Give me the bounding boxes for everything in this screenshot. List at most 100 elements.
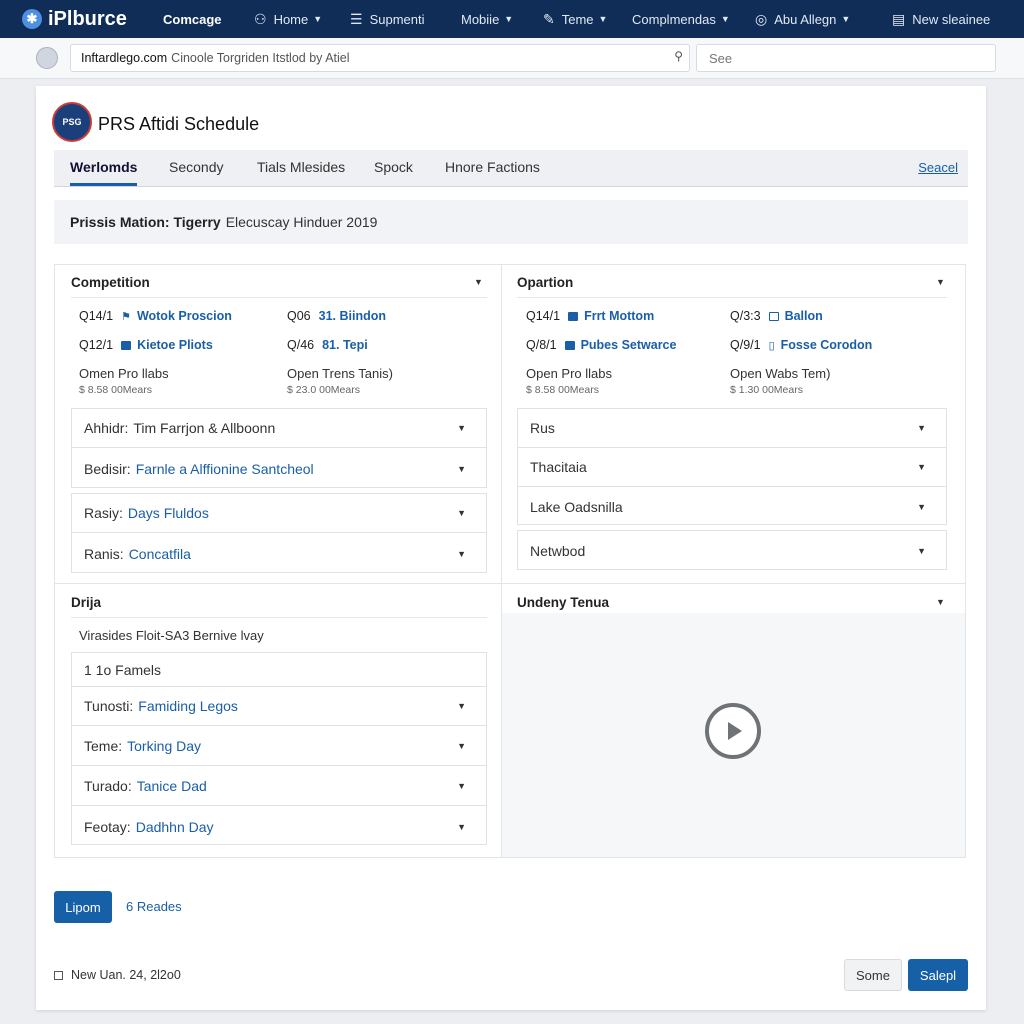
offer-label: Open Wabs Tem) <box>730 366 831 381</box>
menu-icon: ☰ <box>350 10 363 27</box>
tab-hnore-factions[interactable]: Hnore Factions <box>445 150 540 184</box>
brand-icon: ✱ <box>22 9 42 29</box>
opartion-heading: Opartion <box>517 275 574 290</box>
row-label: Lake Oadsnilla <box>530 498 623 515</box>
opartion-item[interactable]: Q/9/1 ▯ Fosse Corodon <box>730 338 872 352</box>
dropdown-row[interactable]: Ahhidr: Tim Farrjon & Allboonn ▼ <box>72 409 486 448</box>
nav-label: New sleainee <box>912 11 991 27</box>
video-player[interactable] <box>502 613 965 857</box>
nav-label: Teme <box>561 11 594 27</box>
chevron-down-icon: ▼ <box>457 821 466 832</box>
play-button[interactable] <box>705 703 761 759</box>
nav-label: Mobiie <box>461 11 500 27</box>
search-icon[interactable]: ⚲ <box>674 49 683 63</box>
nav-item-complmendas[interactable]: Complmendas ▼ <box>632 0 730 38</box>
row-value: Concatfila <box>128 545 191 562</box>
competition-dropdown-group: Rasiy: Days Fluldos ▼ Ranis: Concatfila … <box>71 493 487 573</box>
page-title: PRS Aftidi Schedule <box>98 114 260 134</box>
schedule-card: PSG PRS Aftidi Schedule Werlomds Secondy… <box>36 86 986 1010</box>
chevron-down-icon[interactable]: ▼ <box>936 597 945 607</box>
item-value: 81. Tepi <box>322 338 368 352</box>
nav-item-mobile[interactable]: Mobiie ▼ <box>461 0 513 38</box>
dropdown-row[interactable]: Ranis: Concatfila ▼ <box>72 534 486 573</box>
calendar-icon <box>54 970 63 980</box>
square-icon <box>564 340 575 350</box>
dropdown-row[interactable]: Rasiy: Days Fluldos ▼ <box>72 494 486 533</box>
tab-search-link[interactable]: Seacel <box>918 160 958 175</box>
brand-logo[interactable]: ✱ iPlburce <box>22 8 127 31</box>
secondary-button[interactable]: Some <box>844 959 902 991</box>
dropdown-row[interactable]: Teme: Torking Day ▼ <box>72 727 486 766</box>
chevron-down-icon[interactable]: ▼ <box>474 277 483 287</box>
url-domain: Inftardlego.com <box>81 51 168 65</box>
primary-button[interactable]: Lipom <box>54 891 112 923</box>
opartion-item[interactable]: Q/3:3 Ballon <box>730 309 823 323</box>
search-input[interactable] <box>696 44 996 72</box>
url-input[interactable]: Inftardlego.com Cinoole Torgriden Itstlo… <box>70 44 690 72</box>
chevron-down-icon: ▼ <box>841 14 851 24</box>
item-value: Pubes Setwarce <box>580 338 677 352</box>
dropdown-row[interactable]: Thacitaia ▼ <box>518 448 946 487</box>
nav-item-supmenti[interactable]: ☰ Supmenti <box>350 0 424 38</box>
nav-item-new-sleainee[interactable]: ▤ New sleainee <box>892 0 990 38</box>
nav-item-comcage[interactable]: Comcage <box>163 0 222 38</box>
row-value: Torking Day <box>127 738 202 754</box>
dropdown-row[interactable]: Tunosti: Famiding Legos ▼ <box>72 687 486 726</box>
chevron-down-icon: ▼ <box>720 14 730 24</box>
nav-item-abu-allegn[interactable]: ◎ Abu Allegn ▼ <box>755 0 850 38</box>
chevron-down-icon: ▼ <box>457 508 466 518</box>
competition-dropdown-group: Ahhidr: Tim Farrjon & Allboonn ▼ Bedisir… <box>71 408 487 488</box>
dropdown-row[interactable]: Turado: Tanice Dad ▼ <box>72 767 486 806</box>
item-code: Q12/1 <box>79 338 114 352</box>
chevron-down-icon: ▼ <box>917 423 926 433</box>
chevron-down-icon: ▼ <box>917 545 926 556</box>
item-code: Q14/1 <box>79 309 114 323</box>
offer-label: Omen Pro llabs <box>79 366 169 381</box>
drija-dropdown-group: 1 1o Famels Tunosti: Famiding Legos ▼ Te… <box>71 652 487 845</box>
competition-item[interactable]: Q06 31. Biindon <box>287 309 386 323</box>
doc-icon: ▯ <box>768 339 775 352</box>
nav-item-home[interactable]: ⚇ Home ▼ <box>254 0 322 38</box>
row-label: Netwbod <box>530 542 586 559</box>
footer-date: New Uan. 24, 2l2o0 <box>54 968 181 982</box>
row-label: Thacitaia <box>530 459 587 475</box>
drija-tags: Virasides Floit-SA3 Bernive lvay <box>79 628 264 643</box>
dropdown-row[interactable]: Lake Oadsnilla ▼ <box>518 487 946 526</box>
tab-spock[interactable]: Spock <box>374 150 413 184</box>
nav-item-teme[interactable]: ✎ Teme ▼ <box>543 0 607 38</box>
chevron-down-icon: ▼ <box>457 423 466 433</box>
offer-label: Open Trens Tanis) <box>287 366 393 381</box>
opartion-item[interactable]: Q/8/1 Pubes Setwarce <box>526 338 676 352</box>
tab-secondy[interactable]: Secondy <box>169 150 223 184</box>
dropdown-row[interactable]: Rus ▼ <box>518 409 946 448</box>
competition-item[interactable]: Q/46 81. Tepi <box>287 338 368 352</box>
row-label: Bedisir: <box>84 460 131 477</box>
square-icon <box>568 311 579 321</box>
row-label: Ranis: <box>84 545 124 562</box>
chevron-down-icon: ▼ <box>457 701 466 711</box>
item-code: Q/46 <box>287 338 315 352</box>
document-icon: ▤ <box>892 10 906 27</box>
submit-button[interactable]: Salepl <box>908 959 968 991</box>
readers-link[interactable]: 6 Reades <box>126 899 182 914</box>
divider <box>517 297 947 298</box>
item-code: Q/8/1 <box>526 338 557 352</box>
tab-tials-mlesides[interactable]: Tials Mlesides <box>257 150 345 184</box>
address-bar: Inftardlego.com Cinoole Torgriden Itstlo… <box>0 38 1024 79</box>
chevron-down-icon[interactable]: ▼ <box>936 277 945 287</box>
dropdown-row[interactable]: Netwbod ▼ <box>518 531 946 570</box>
row-value: Tim Farrjon & Allboonn <box>133 420 276 436</box>
item-value: 31. Biindon <box>318 309 387 323</box>
opartion-dropdown-group: Netwbod ▼ <box>517 530 947 570</box>
dropdown-row[interactable]: Bedisir: Farnle a Alffionine Santcheol ▼ <box>72 449 486 488</box>
competition-item[interactable]: Q12/1 Kietoe Pliots <box>79 338 213 352</box>
opartion-item[interactable]: Q14/1 Frrt Mottom <box>526 309 654 323</box>
item-code: Q/9/1 <box>730 338 761 352</box>
chevron-down-icon: ▼ <box>457 741 466 751</box>
dropdown-row[interactable]: Feotay: Dadhhn Day ▼ <box>72 807 486 846</box>
item-code: Q06 <box>287 309 311 323</box>
nav-label: Abu Allegn <box>774 11 837 27</box>
item-value: Wotok Proscion <box>136 309 232 323</box>
tab-werlomds[interactable]: Werlomds <box>70 150 138 186</box>
competition-item[interactable]: Q14/1 ⚑ Wotok Proscion <box>79 309 232 323</box>
